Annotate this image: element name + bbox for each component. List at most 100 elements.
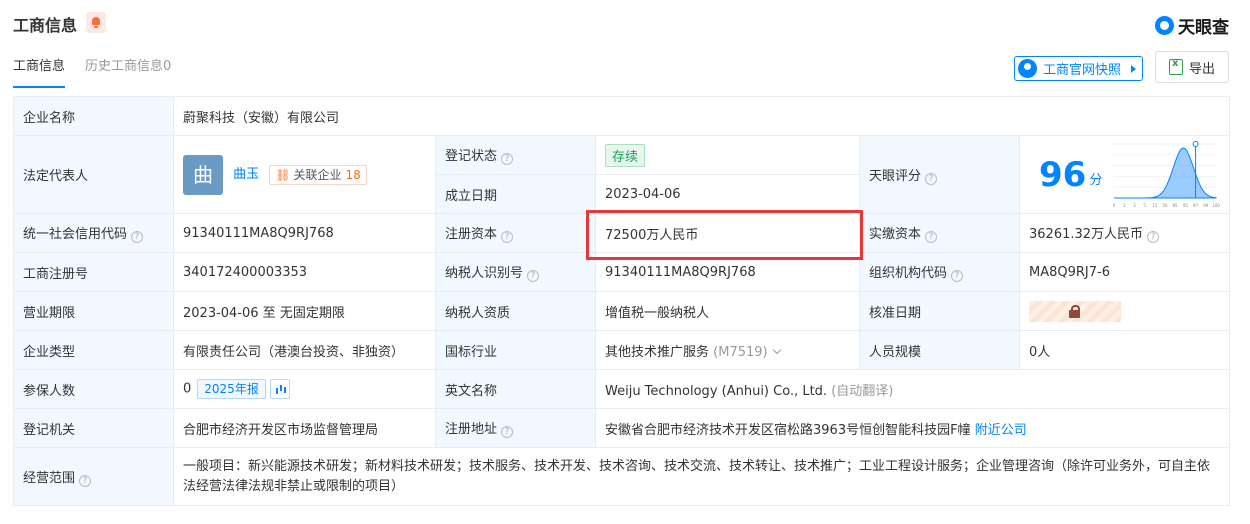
nearby-companies-link[interactable]: 附近公司 [975,423,1027,438]
reg-address-value: 安徽省合肥市经济技术开发区宿松路3963号恒创智能科技园F幢 [605,422,971,438]
tab-history-business-info[interactable]: 历史工商信息0 [85,60,171,88]
business-info-table: 企业名称 蔚聚科技（安徽）有限公司 法定代表人 曲 曲玉 ⛓ 关联企业 18 登记状… [13,96,1231,506]
x-tick-label: 100 [1212,203,1220,208]
table-row: 经营范围? 一般项目：新兴能源技术研发；新材料技术研发；技术服务、技术开发、技术… [13,447,1231,506]
bar-chart-icon[interactable] [269,379,290,399]
company-name-value: 蔚聚科技（安徽）有限公司 [172,96,1231,136]
reg-authority-value: 合肥市经济开发区市场监督管理局 [173,408,436,448]
label-industry: 国标行业 [435,330,596,370]
label-tianyan-score-text: 天眼评分 [869,168,922,184]
tianyancha-logo-icon [1155,16,1174,35]
reg-capital-value: 72500万人民币 [595,213,860,253]
label-approval-date: 核准日期 [859,291,1020,331]
insured-cell: 0 2025年报 [173,369,436,409]
label-reg-capital: 注册资本? [435,213,596,253]
score-value: 96 [1039,154,1087,195]
staff-size-value: 0人 [1018,330,1231,370]
label-biz-term: 营业期限 [13,291,174,331]
approval-date-cell [1018,291,1231,331]
reg-status-cell: 存续 [595,135,860,175]
snapshot-button-label: 工商官网快照 [1043,63,1122,78]
chevron-down-icon [772,345,781,354]
distribution-area [1114,146,1217,198]
export-button[interactable]: 导出 [1155,51,1229,83]
legal-rep-name-link[interactable]: 曲玉 [233,167,259,182]
caret-right-icon [1131,65,1136,73]
logo[interactable]: 天眼查 [1155,13,1229,38]
help-icon[interactable]: ? [501,153,514,165]
help-icon[interactable]: ? [527,270,540,282]
taxpayer-id-value: 91340111MA8Q9RJ768 [595,252,860,292]
label-biz-reg-no: 工商注册号 [13,252,174,292]
bell-icon[interactable] [86,12,106,33]
label-staff-size: 人员规模 [859,330,1020,370]
help-icon[interactable]: ? [501,426,514,438]
label-credit-code: 统一社会信用代码? [13,213,174,253]
label-company-type: 企业类型 [13,330,174,370]
annual-report-tag[interactable]: 2025年报 [197,379,266,399]
paid-capital-value: 36261.32万人民币 [1029,227,1144,242]
table-row: 参保人数 0 2025年报 英文名称 Weiju Technology (Anhu… [13,369,1231,409]
found-date-value: 2023-04-06 [595,174,860,214]
industry-code: (M7519) [713,344,768,360]
label-found-date: 成立日期 [435,174,596,214]
label-reg-capital-text: 注册资本 [445,227,498,242]
score-cell: 96 分 0 1 3 5 15 50 85 95 97 99 100 [1018,135,1231,214]
label-company-name: 企业名称 [13,96,174,136]
table-row: 工商注册号 340172400003353 纳税人识别号? 91340111MA… [13,252,1231,292]
label-taxpayer-id: 纳税人识别号? [435,252,596,292]
biz-term-value: 2023-04-06 至 无固定期限 [173,291,436,331]
label-credit-code-text: 统一社会信用代码 [23,227,128,242]
label-reg-address: 注册地址? [435,408,596,448]
avatar[interactable]: 曲 [183,154,223,195]
insured-value: 0 [183,381,192,397]
user-icon [1018,59,1037,78]
help-icon[interactable]: ? [925,231,938,243]
label-reg-authority: 登记机关 [13,408,174,448]
export-button-label: 导出 [1188,61,1215,77]
legal-rep-cell: 曲 曲玉 ⛓ 关联企业 18 [173,135,436,214]
excel-icon [1168,58,1183,75]
english-name-value: Weiju Technology (Anhui) Co., Ltd. [605,383,828,399]
status-badge: 存续 [605,143,646,167]
x-tick-label: 85 [1173,203,1179,208]
label-biz-scope-text: 经营范围 [23,470,76,486]
tab-business-info[interactable]: 工商信息 [13,60,66,88]
tab-bar: 工商信息 历史工商信息0 [13,60,171,88]
paid-capital-cell: 36261.32万人民币? [1018,213,1231,253]
x-tick-label: 5 [1143,203,1146,208]
help-icon[interactable]: ? [501,231,514,243]
x-tick-label: 95 [1183,203,1189,208]
label-insured: 参保人数 [13,369,174,409]
label-paid-capital-text: 实缴资本 [869,227,922,242]
table-row: 企业名称 蔚聚科技（安徽）有限公司 [13,96,1231,136]
credit-code-value: 91340111MA8Q9RJ768 [173,213,436,253]
industry-cell[interactable]: 其他技术推广服务 (M7519) [595,330,860,370]
label-paid-capital: 实缴资本? [859,213,1020,253]
label-org-code-text: 组织机构代码 [869,266,948,281]
help-icon[interactable]: ? [79,474,92,487]
help-icon[interactable]: ? [951,270,964,282]
x-tick-label: 97 [1193,203,1199,208]
x-tick-label: 15 [1152,203,1158,208]
label-english-name: 英文名称 [435,369,596,409]
help-icon[interactable]: ? [1147,231,1160,243]
company-type-value: 有限责任公司（港澳台投资、非独资） [173,330,436,370]
table-row: 营业期限 2023-04-06 至 无固定期限 纳税人资质 增值税一般纳税人 核… [13,291,1231,331]
help-icon[interactable]: ? [131,231,144,243]
label-reg-address-text: 注册地址 [445,422,498,437]
related-companies-tag[interactable]: ⛓ 关联企业 18 [269,164,367,185]
label-reg-status: 登记状态? [435,135,596,175]
snapshot-button[interactable]: 工商官网快照 [1014,56,1143,81]
x-tick-label: 1 [1123,203,1126,208]
x-tick-label: 50 [1162,203,1168,208]
table-row: 登记机关 合肥市经济开发区市场监督管理局 注册地址? 安徽省合肥市经济技术开发区… [13,408,1231,448]
lock-icon[interactable] [1029,300,1121,322]
header: 工商信息 天眼查 [0,0,1250,48]
score-distribution-chart[interactable]: 0 1 3 5 15 50 85 95 97 99 100 [1112,140,1220,210]
label-org-code: 组织机构代码? [859,252,1020,292]
label-taxpayer-id-text: 纳税人识别号 [445,266,524,281]
label-tianyan-score: 天眼评分? [859,135,1020,214]
help-icon[interactable]: ? [925,172,938,185]
label-biz-scope: 经营范围? [13,447,174,506]
